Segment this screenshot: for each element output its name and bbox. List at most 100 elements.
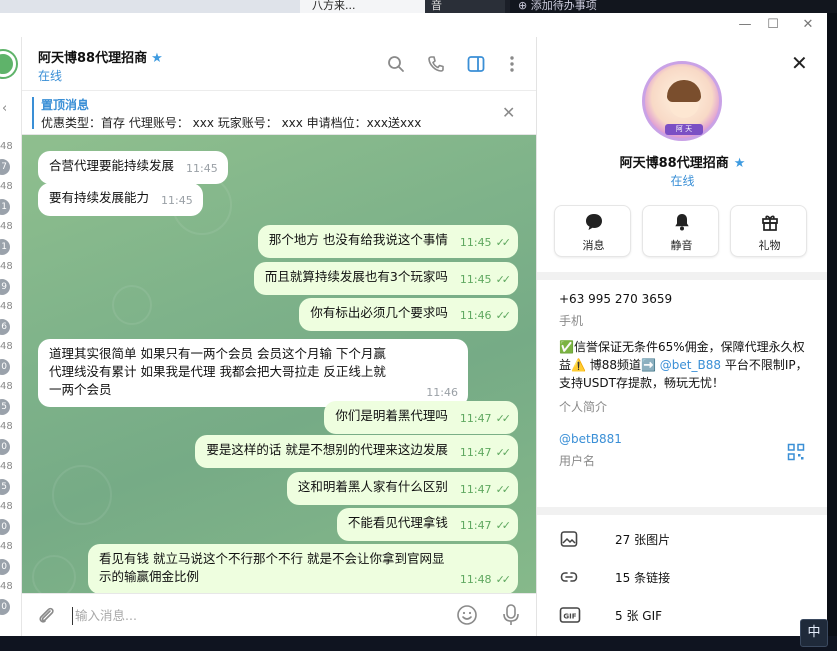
close-window-button[interactable]: ✕ — [799, 16, 817, 34]
bell-icon — [643, 212, 720, 236]
background-window-fragment — [0, 0, 300, 13]
chat-list-row[interactable]: 48 0 — [0, 419, 21, 459]
message-input[interactable]: 输入消息... — [72, 607, 442, 625]
ime-indicator[interactable]: 中 — [800, 619, 828, 647]
message-meta: 11:46 ✓✓ — [459, 307, 512, 325]
minimize-button[interactable]: — — [736, 16, 754, 34]
message-time: 11:47 — [459, 412, 492, 425]
close-pinned-icon[interactable]: ✕ — [502, 103, 515, 122]
chat-list-row[interactable]: 48 5 — [0, 459, 21, 499]
outgoing-message[interactable]: 看见有钱 就立马说这个不行那个不行 就是不会让你拿到官网显示的输赢佣金比例 11:… — [88, 544, 518, 593]
chat-header: 阿天博88代理招商 ★ 在线 — [22, 37, 536, 91]
profile-avatar[interactable]: 阿 天 — [642, 61, 722, 141]
chat-time: 48 — [0, 341, 13, 352]
phone-icon[interactable] — [426, 54, 446, 74]
background-todo: ⊕ 添加待办事项 — [510, 0, 837, 13]
message-time: 11:47 — [459, 446, 492, 459]
close-panel-icon[interactable]: ✕ — [791, 51, 808, 75]
incoming-message[interactable]: 合营代理要能持续发展 11:45 — [38, 151, 228, 184]
chat-list-row[interactable]: 48 6 — [0, 299, 21, 339]
chat-title[interactable]: 阿天博88代理招商 ★ — [38, 47, 163, 66]
chat-list-row[interactable]: 48 1 — [0, 219, 21, 259]
chat-time: 48 — [0, 301, 13, 312]
message-meta: 11:46 — [426, 384, 458, 402]
chat-list-row[interactable]: 48 9 — [0, 259, 21, 299]
chat-list-row[interactable]: 48 0 — [0, 339, 21, 379]
outgoing-message[interactable]: 那个地方 也没有给我说这个事情 11:45 ✓✓ — [257, 225, 518, 258]
svg-text:GIF: GIF — [563, 612, 576, 620]
chat-list-row[interactable]: 48 5 — [0, 379, 21, 419]
search-icon[interactable] — [386, 54, 406, 74]
chat-title-text: 阿天博88代理招商 — [38, 51, 148, 66]
chat-status: 在线 — [38, 69, 63, 83]
chat-list-row[interactable]: 48 7 — [0, 139, 21, 179]
qr-code-icon[interactable] — [787, 443, 805, 461]
background-pattern — [112, 285, 152, 325]
username-link[interactable]: @betB881 — [559, 432, 622, 446]
message-text: 要是这样的话 就是不想别的代理来这边发展 — [206, 442, 448, 457]
outgoing-message[interactable]: 要是这样的话 就是不想别的代理来这边发展 11:47 ✓✓ — [195, 435, 518, 468]
bio-channel-link[interactable]: @bet_B88 — [660, 358, 721, 372]
sidebar-toggle-icon[interactable] — [466, 54, 486, 74]
unread-badge: 9 — [0, 279, 10, 295]
composer: 输入消息... — [22, 593, 536, 636]
shared-photos-row[interactable]: 27 张图片 — [537, 521, 827, 557]
incoming-message[interactable]: 道理其实很简单 如果只有一两个会员 会员这个月输 下个月赢 代理线没有累计 如果… — [38, 339, 468, 407]
read-receipt-icon: ✓✓ — [495, 309, 512, 322]
pinned-text: 优惠类型：首存 代理账号： xxx 玩家账号： xxx 申请档位：xxx送xxx — [41, 116, 422, 130]
message-meta: 11:45 — [186, 160, 218, 178]
username-label: 用户名 — [559, 454, 596, 468]
outgoing-message[interactable]: 不能看见代理拿钱 11:47 ✓✓ — [336, 508, 518, 541]
chat-time: 48 — [0, 541, 13, 552]
incoming-message[interactable]: 要有持续发展能力 11:45 — [38, 183, 203, 216]
chat-list-row[interactable]: 48 0 — [0, 579, 21, 619]
attach-icon[interactable] — [36, 605, 56, 627]
chat-list-sliver: ‹ 48 7 48 1 48 1 48 9 48 6 48 0 48 5 48 0 48 5 48 0 48 0 48 0 — [0, 37, 22, 636]
unread-badge: 1 — [0, 239, 10, 255]
message-text: 那个地方 也没有给我说这个事情 — [268, 232, 448, 247]
mute-action-button[interactable]: 静音 — [642, 205, 719, 257]
unread-badge: 1 — [0, 199, 10, 215]
chat-list-row[interactable]: 48 0 — [0, 539, 21, 579]
read-receipt-icon: ✓✓ — [495, 273, 512, 286]
microphone-icon[interactable] — [500, 603, 522, 627]
verified-icon: ★ — [151, 51, 163, 66]
chat-time: 48 — [0, 181, 13, 192]
background-apps: 八方来... 音 ⊕ 添加待办事项 — [0, 0, 837, 13]
chat-list-row[interactable]: 48 1 — [0, 179, 21, 219]
unread-badge: 0 — [0, 439, 10, 455]
profile-name: 阿天博88代理招商 ★ — [537, 152, 827, 171]
background-pattern — [32, 555, 76, 593]
message-text: 而且就算持续发展也有3个玩家吗 — [264, 269, 448, 284]
emoji-icon[interactable] — [456, 604, 478, 626]
chat-list-row[interactable]: 48 0 — [0, 499, 21, 539]
add-todo-label: 添加待办事项 — [530, 0, 597, 12]
chat-time: 48 — [0, 141, 13, 152]
more-menu-icon[interactable] — [502, 54, 522, 74]
outgoing-message[interactable]: 你有标出必须几个要求吗 11:46 ✓✓ — [299, 298, 518, 331]
outgoing-message[interactable]: 而且就算持续发展也有3个玩家吗 11:45 ✓✓ — [253, 262, 518, 295]
chat-time: 48 — [0, 581, 13, 592]
shared-gifs-row[interactable]: GIF 5 张 GIF — [537, 597, 827, 633]
unread-badge: 0 — [0, 519, 10, 535]
outgoing-message[interactable]: 这和明着黑人家有什么区别 11:47 ✓✓ — [286, 472, 518, 505]
profile-header: ✕ 阿 天 阿天博88代理招商 ★ 在线 消息 静音 礼物 — [537, 37, 827, 272]
message-action-button[interactable]: 消息 — [554, 205, 631, 257]
avatar-tag: 阿 天 — [665, 124, 703, 135]
photo-icon — [560, 531, 578, 547]
message-time: 11:46 — [459, 309, 492, 322]
gift-action-button[interactable]: 礼物 — [730, 205, 807, 257]
chat-time: 48 — [0, 261, 13, 272]
chat-avatar[interactable] — [0, 51, 16, 77]
unread-badge: 5 — [0, 479, 10, 495]
message-meta: 11:47 ✓✓ — [460, 481, 511, 499]
title-bar: — ☐ ✕ — [0, 13, 827, 37]
phone-number[interactable]: +63 995 270 3659 — [559, 292, 672, 306]
gif-icon: GIF — [559, 607, 581, 623]
message-text: 你们是明着黑代理吗 — [335, 408, 448, 423]
pinned-message-bar[interactable]: 置顶消息 优惠类型：首存 代理账号： xxx 玩家账号： xxx 申请档位：xx… — [22, 91, 536, 135]
chevron-left-icon[interactable]: ‹ — [2, 101, 7, 116]
shared-links-row[interactable]: 15 条链接 — [537, 559, 827, 595]
maximize-button[interactable]: ☐ — [764, 16, 782, 34]
outgoing-message[interactable]: 你们是明着黑代理吗 11:47 ✓✓ — [324, 401, 518, 434]
